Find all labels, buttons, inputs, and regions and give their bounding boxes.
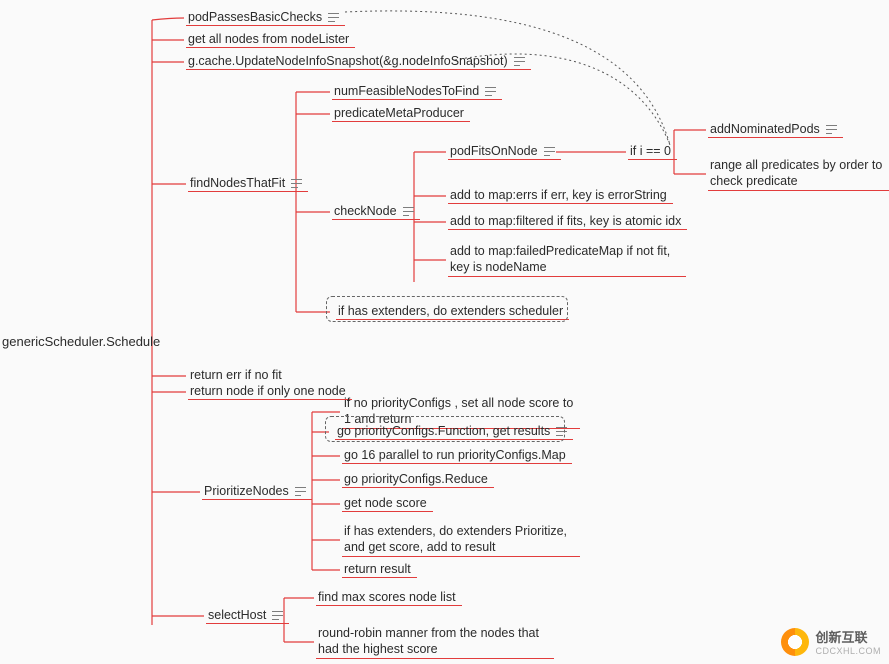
label: predicateMetaProducer: [334, 106, 464, 120]
node-findmax[interactable]: find max scores node list: [316, 588, 462, 606]
note-icon: [485, 86, 496, 96]
label: checkNode: [334, 204, 397, 218]
note-icon: [514, 56, 525, 66]
label: add to map:failedPredicateMap if not fit…: [450, 244, 680, 275]
node-prioritizenodes[interactable]: PrioritizeNodes: [202, 482, 312, 500]
note-icon: [556, 426, 567, 436]
node-selecthost[interactable]: selectHost: [206, 606, 289, 624]
label: numFeasibleNodesToFind: [334, 84, 479, 98]
label: addNominatedPods: [710, 122, 820, 136]
label: g.cache.UpdateNodeInfoSnapshot(&g.nodeIn…: [188, 54, 508, 68]
node-go16[interactable]: go 16 parallel to run priorityConfigs.Ma…: [342, 446, 572, 464]
label: go 16 parallel to run priorityConfigs.Ma…: [344, 448, 566, 462]
node-numfeasible[interactable]: numFeasibleNodesToFind: [332, 82, 502, 100]
label: add to map:filtered if fits, key is atom…: [450, 214, 681, 228]
note-icon: [291, 178, 302, 188]
label: range all predicates by order to check p…: [710, 158, 883, 189]
node-add-failed[interactable]: add to map:failedPredicateMap if not fit…: [448, 242, 686, 277]
label: findNodesThatFit: [190, 176, 285, 190]
label: if i == 0: [630, 144, 671, 158]
node-podfitsonnode[interactable]: podFitsOnNode: [448, 142, 561, 160]
node-checknode[interactable]: checkNode: [332, 202, 420, 220]
root-node[interactable]: genericScheduler.Schedule: [2, 334, 160, 349]
node-add-filtered[interactable]: add to map:filtered if fits, key is atom…: [448, 212, 687, 230]
label: get all nodes from nodeLister: [188, 32, 349, 46]
node-goreduce[interactable]: go priorityConfigs.Reduce: [342, 470, 494, 488]
node-return-result[interactable]: return result: [342, 560, 417, 578]
note-icon: [272, 610, 283, 620]
node-get-all-nodes[interactable]: get all nodes from nodeLister: [186, 30, 355, 48]
label: return node if only one node: [190, 384, 346, 398]
note-icon: [544, 146, 555, 156]
root-label: genericScheduler.Schedule: [2, 334, 160, 349]
label: add to map:errs if err, key is errorStri…: [450, 188, 667, 202]
label: go priorityConfigs.Reduce: [344, 472, 488, 486]
label: podFitsOnNode: [450, 144, 538, 158]
node-roundrobin[interactable]: round-robin manner from the nodes that h…: [316, 624, 554, 659]
label: get node score: [344, 496, 427, 510]
label: PrioritizeNodes: [204, 484, 289, 498]
watermark-brand: 创新互联: [815, 627, 881, 646]
node-add-errs[interactable]: add to map:errs if err, key is errorStri…: [448, 186, 673, 204]
label: round-robin manner from the nodes that h…: [318, 626, 548, 657]
node-gofunc[interactable]: go priorityConfigs.Function, get results: [335, 422, 573, 440]
label: if has extenders, do extenders Prioritiz…: [344, 524, 574, 555]
note-icon: [403, 206, 414, 216]
watermark-logo-icon: [781, 628, 809, 656]
label: if has extenders, do extenders scheduler: [338, 304, 563, 318]
node-ifi0[interactable]: if i == 0: [628, 142, 677, 160]
label: find max scores node list: [318, 590, 456, 604]
label: selectHost: [208, 608, 266, 622]
note-icon: [826, 124, 837, 134]
node-podpasses[interactable]: podPassesBasicChecks: [186, 8, 345, 26]
node-predmeta[interactable]: predicateMetaProducer: [332, 104, 470, 122]
watermark: 创新互联 CDCXHL.COM: [781, 627, 881, 656]
node-update-snapshot[interactable]: g.cache.UpdateNodeInfoSnapshot(&g.nodeIn…: [186, 52, 531, 70]
label: return result: [344, 562, 411, 576]
label: return err if no fit: [190, 368, 282, 382]
node-rangepred[interactable]: range all predicates by order to check p…: [708, 156, 889, 191]
node-getscore[interactable]: get node score: [342, 494, 433, 512]
note-icon: [295, 486, 306, 496]
node-return-node[interactable]: return node if only one node: [188, 382, 352, 400]
label: podPassesBasicChecks: [188, 10, 322, 24]
node-if-extenders[interactable]: if has extenders, do extenders scheduler: [336, 302, 569, 320]
node-addnominated[interactable]: addNominatedPods: [708, 120, 843, 138]
node-findnodesthatfit[interactable]: findNodesThatFit: [188, 174, 308, 192]
watermark-sub: CDCXHL.COM: [815, 646, 881, 656]
node-pri-extenders[interactable]: if has extenders, do extenders Prioritiz…: [342, 522, 580, 557]
node-return-err[interactable]: return err if no fit: [188, 366, 288, 383]
label: go priorityConfigs.Function, get results: [337, 424, 550, 438]
note-icon: [328, 12, 339, 22]
